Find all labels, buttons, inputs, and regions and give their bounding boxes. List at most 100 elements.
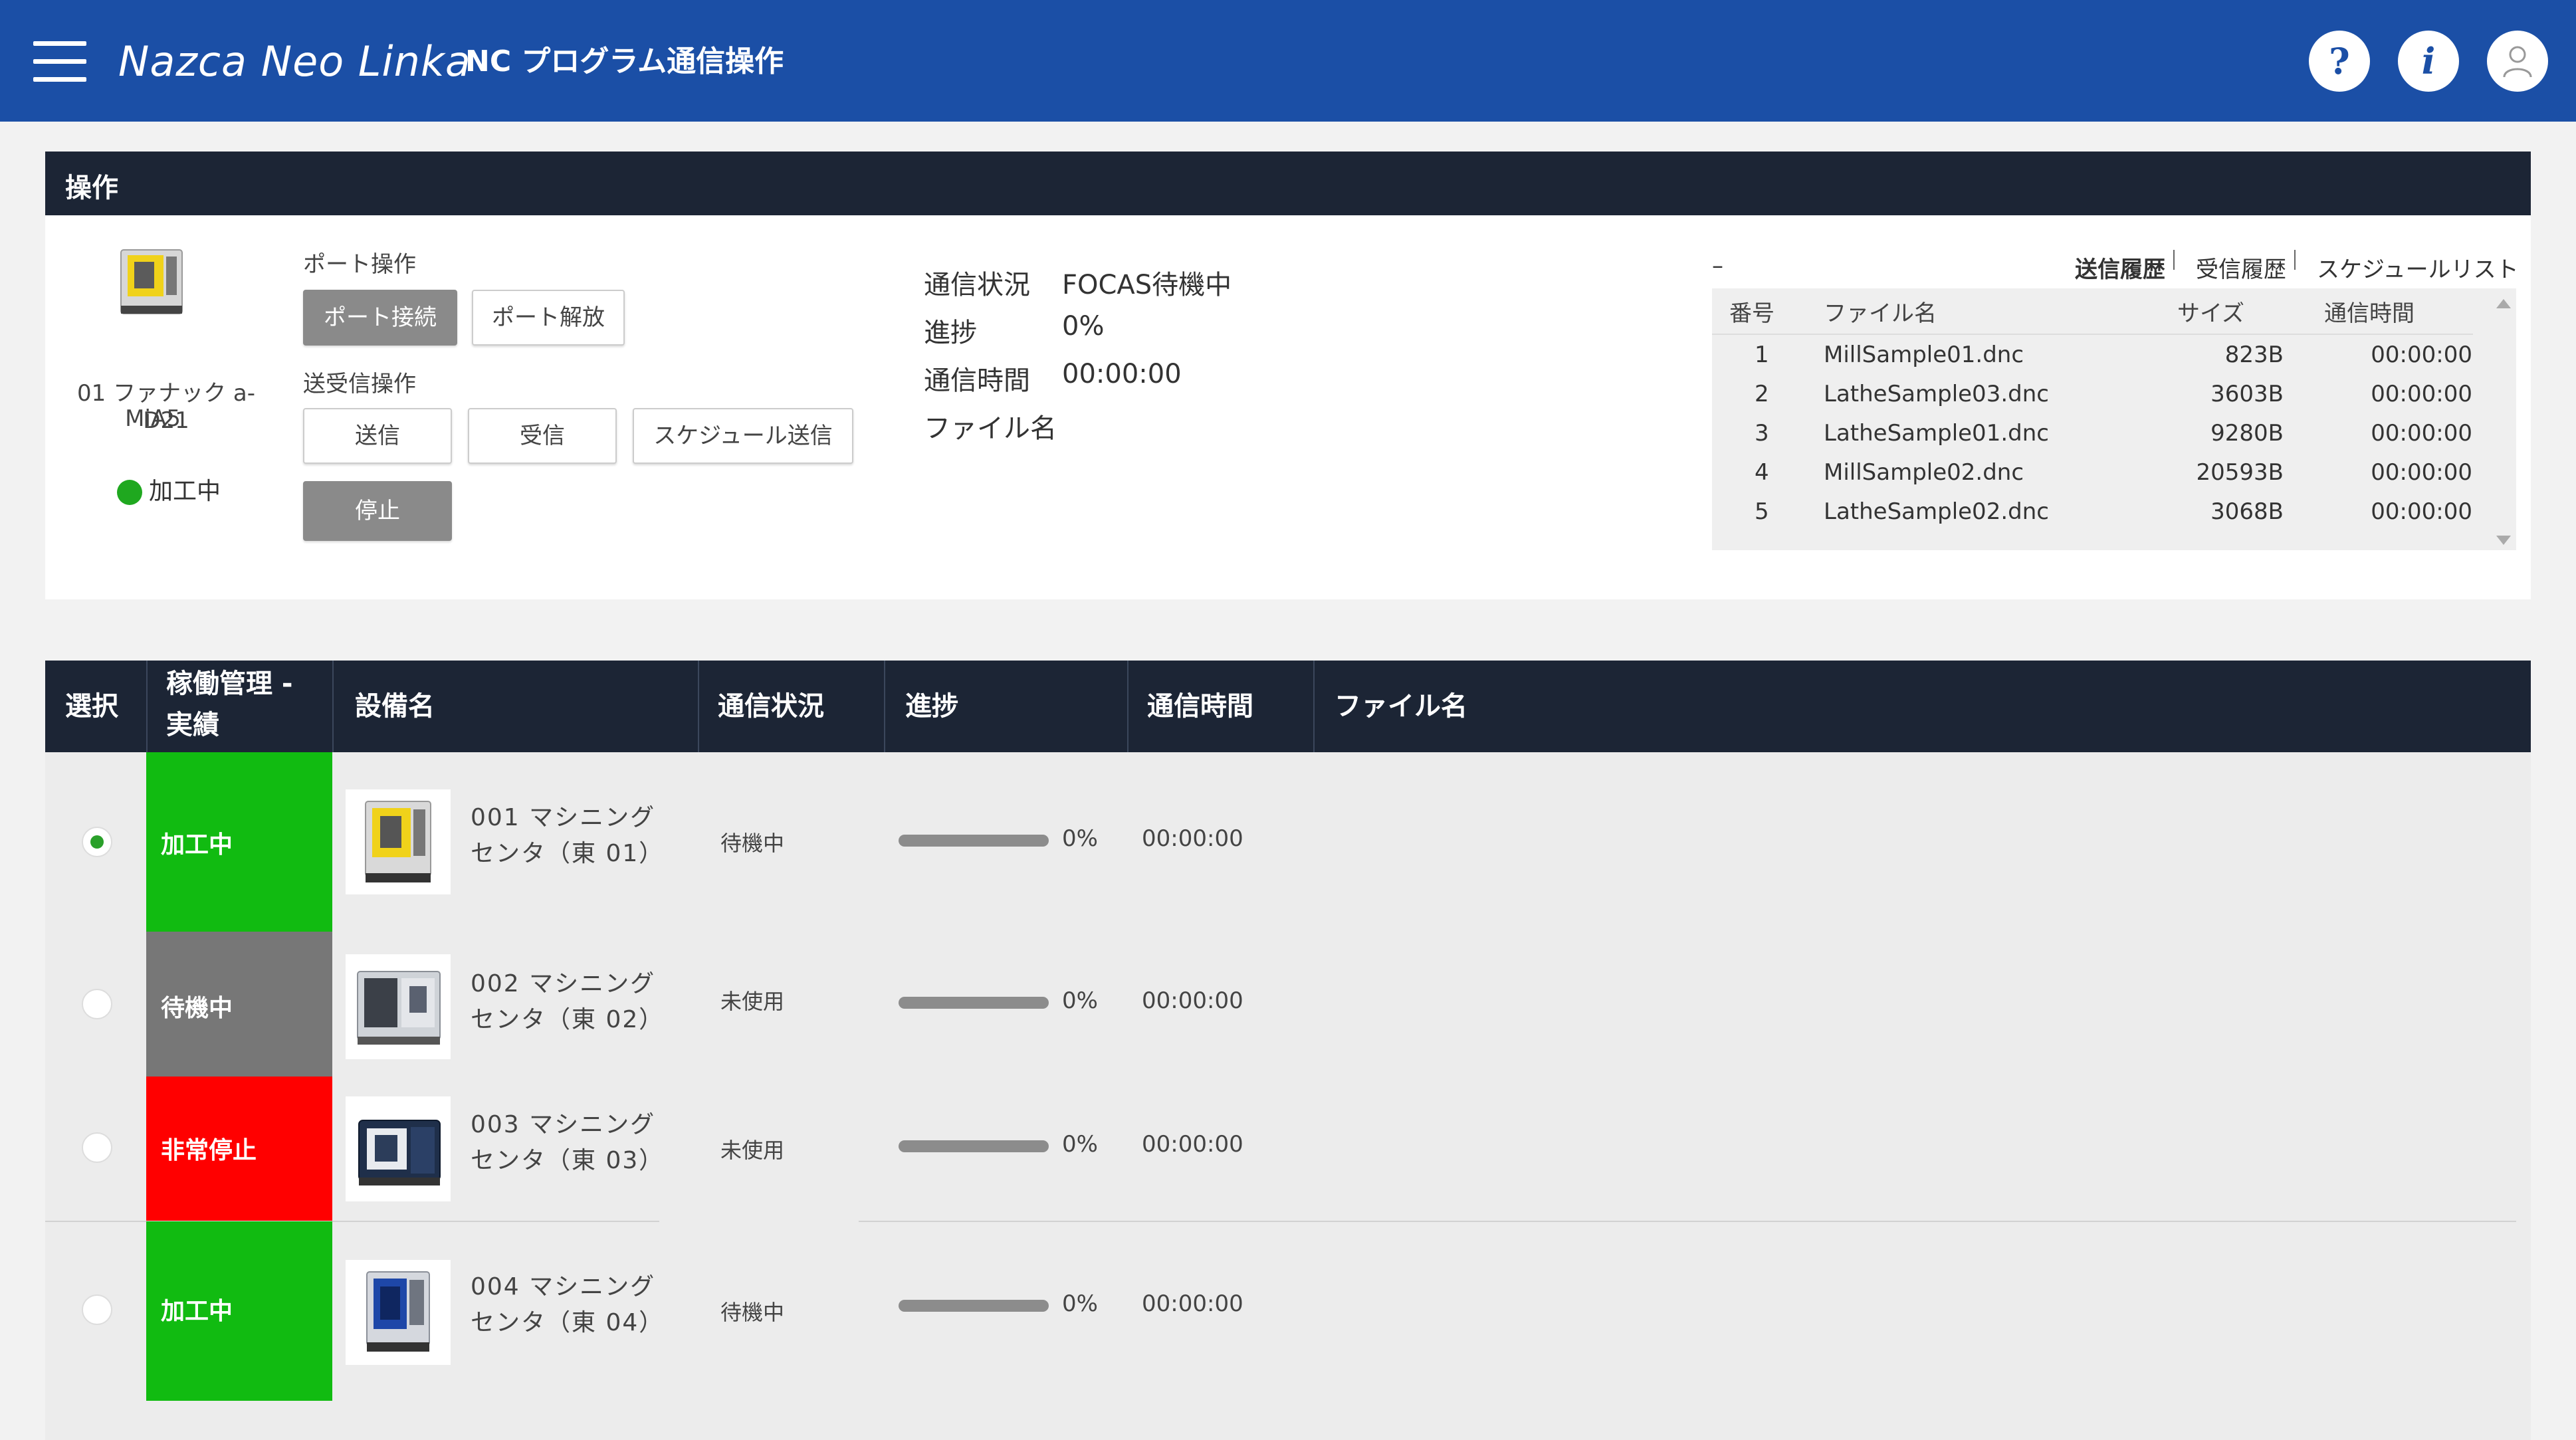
running-status-icon xyxy=(117,480,142,505)
history-row[interactable]: 5 LatheSample02.dnc 3068B 00:00:00 xyxy=(1712,492,2473,531)
history-size: 9280B xyxy=(2210,419,2284,447)
comm-status: 未使用 xyxy=(720,1138,785,1163)
history-time: 00:00:00 xyxy=(2371,498,2472,525)
comm-time-value: 00:00:00 xyxy=(1062,359,1182,389)
info-icon[interactable]: i xyxy=(2398,31,2459,92)
progress-bar xyxy=(899,1140,1049,1152)
col-number: 番号 xyxy=(1712,288,1823,335)
tab-send-history[interactable]: 送信履歴 xyxy=(2075,251,2165,284)
equipment-name-line1: 004 マシニング xyxy=(471,1273,656,1300)
table-row[interactable]: 加工中 004 マシニング センタ（東 04） 待機中 0% 00:00:00 xyxy=(45,1221,2531,1401)
history-time: 00:00:00 xyxy=(2371,341,2472,368)
history-row[interactable]: 4 MillSample02.dnc 20593B 00:00:00 xyxy=(1712,453,2473,492)
history-row[interactable]: 1 MillSample01.dnc 823B 00:00:00 xyxy=(1712,334,2473,374)
col-equipment-name: 設備名 xyxy=(355,691,435,722)
col-comm-status: 通信状況 xyxy=(718,691,824,722)
progress-bar xyxy=(899,835,1049,847)
equipment-name-line2: センタ（東 02） xyxy=(471,1006,665,1033)
col-file-name: ファイル名 xyxy=(1823,288,2177,335)
history-row[interactable]: 3 LatheSample01.dnc 9280B 00:00:00 xyxy=(1712,413,2473,453)
equipment-name-line2: センタ（東 04） xyxy=(471,1309,665,1336)
select-radio[interactable] xyxy=(82,1294,112,1325)
history-time: 00:00:00 xyxy=(2371,459,2472,486)
column-divider xyxy=(1313,661,1315,752)
status-label: 加工中 xyxy=(161,831,233,859)
col-comm-time: 通信時間 xyxy=(2284,288,2473,335)
help-icon[interactable]: ? xyxy=(2309,31,2370,92)
send-button[interactable]: 送信 xyxy=(303,408,452,464)
history-scrollbar[interactable] xyxy=(2492,299,2512,545)
history-size: 20593B xyxy=(2196,459,2284,486)
equipment-name-line2: センタ（東 03） xyxy=(471,1147,665,1174)
equipment-image xyxy=(346,1260,451,1365)
history-file: MillSample02.dnc xyxy=(1824,459,2024,486)
scroll-down-icon[interactable] xyxy=(2496,536,2511,545)
progress-percent: 0% xyxy=(1062,1290,1098,1317)
schedule-send-button[interactable]: スケジュール送信 xyxy=(633,408,853,464)
history-table-container: 番号 ファイル名 サイズ 通信時間 1 MillSample01.dnc 823… xyxy=(1712,288,2516,550)
comm-time-key: 通信時間 xyxy=(924,365,1030,396)
progress-percent: 0% xyxy=(1062,987,1098,1014)
select-radio[interactable] xyxy=(82,827,112,857)
equipment-image xyxy=(346,789,451,894)
history-no: 5 xyxy=(1755,498,1769,525)
comm-time: 00:00:00 xyxy=(1142,825,1243,852)
status-label: 加工中 xyxy=(161,1298,233,1325)
history-row[interactable]: 2 LatheSample03.dnc 3603B 00:00:00 xyxy=(1712,374,2473,413)
app-header: Nazca Neo Linka NC プログラム通信操作 ? i xyxy=(0,0,2576,122)
machine-model: MiA5 xyxy=(125,405,181,432)
history-no: 2 xyxy=(1755,380,1769,407)
tab-divider xyxy=(2173,250,2175,270)
table-row[interactable]: 加工中 001 マシニング センタ（東 01） 待機中 0% 00:00:00 xyxy=(45,752,2531,932)
scroll-up-icon[interactable] xyxy=(2496,299,2511,308)
history-file: LatheSample01.dnc xyxy=(1824,419,2049,447)
col-status-mgmt-2: 実績 xyxy=(166,710,219,740)
file-name-key: ファイル名 xyxy=(924,413,1057,444)
comm-status-value: FOCAS待機中 xyxy=(1062,270,1232,300)
operation-panel-header: 操作 xyxy=(45,152,2531,215)
stop-button[interactable]: 停止 xyxy=(303,481,452,541)
user-icon[interactable] xyxy=(2487,31,2548,92)
tab-receive-history[interactable]: 受信履歴 xyxy=(2196,251,2286,284)
comm-time: 00:00:00 xyxy=(1142,1290,1243,1317)
receive-button[interactable]: 受信 xyxy=(468,408,617,464)
status-label: 非常停止 xyxy=(161,1137,257,1164)
status-cell: 待機中 xyxy=(146,932,332,1077)
comm-status: 待機中 xyxy=(720,831,785,856)
comm-time: 00:00:00 xyxy=(1142,987,1243,1014)
operation-panel-title: 操作 xyxy=(65,173,118,203)
column-divider xyxy=(146,661,148,752)
col-size: サイズ xyxy=(2177,288,2284,335)
history-size: 823B xyxy=(2224,341,2284,368)
port-connect-button[interactable]: ポート接続 xyxy=(303,290,457,346)
history-file: LatheSample03.dnc xyxy=(1824,380,2049,407)
select-radio[interactable] xyxy=(82,1132,112,1163)
comm-status: 待機中 xyxy=(720,1300,785,1325)
history-file: MillSample01.dnc xyxy=(1824,341,2024,368)
equipment-table-header: 選択 稼働管理 - 実績 設備名 通信状況 進捗 通信時間 ファイル名 xyxy=(45,661,2531,752)
tab-schedule-list[interactable]: スケジュールリスト xyxy=(2317,251,2519,284)
txrx-ops-label: 送受信操作 xyxy=(303,371,416,397)
status-cell: 非常停止 xyxy=(146,1077,332,1221)
history-no: 1 xyxy=(1755,341,1769,368)
select-radio[interactable] xyxy=(82,989,112,1019)
equipment-name-line2: センタ（東 01） xyxy=(471,840,665,867)
table-row[interactable]: 非常停止 003 マシニング センタ（東 03） 未使用 0% 00:00:00 xyxy=(45,1077,2531,1221)
port-release-button[interactable]: ポート解放 xyxy=(472,290,625,346)
col-progress: 進捗 xyxy=(905,691,958,722)
machine-thumbnail xyxy=(112,242,191,322)
history-table: 番号 ファイル名 サイズ 通信時間 1 MillSample01.dnc 823… xyxy=(1712,288,2473,531)
history-time: 00:00:00 xyxy=(2371,380,2472,407)
table-row[interactable]: 待機中 002 マシニング センタ（東 02） 未使用 0% 00:00:00 xyxy=(45,932,2531,1077)
equipment-name-line1: 001 マシニング xyxy=(471,804,656,831)
tab-divider xyxy=(2294,250,2296,270)
page-title: NC プログラム通信操作 xyxy=(465,45,784,78)
history-dash: – xyxy=(1712,253,1723,279)
port-ops-label: ポート操作 xyxy=(303,251,416,278)
col-comm-time: 通信時間 xyxy=(1147,691,1253,722)
column-divider xyxy=(332,661,334,752)
menu-icon[interactable] xyxy=(33,41,86,82)
column-divider xyxy=(698,661,699,752)
equipment-name-line1: 003 マシニング xyxy=(471,1111,656,1138)
equipment-name-line1: 002 マシニング xyxy=(471,970,656,997)
